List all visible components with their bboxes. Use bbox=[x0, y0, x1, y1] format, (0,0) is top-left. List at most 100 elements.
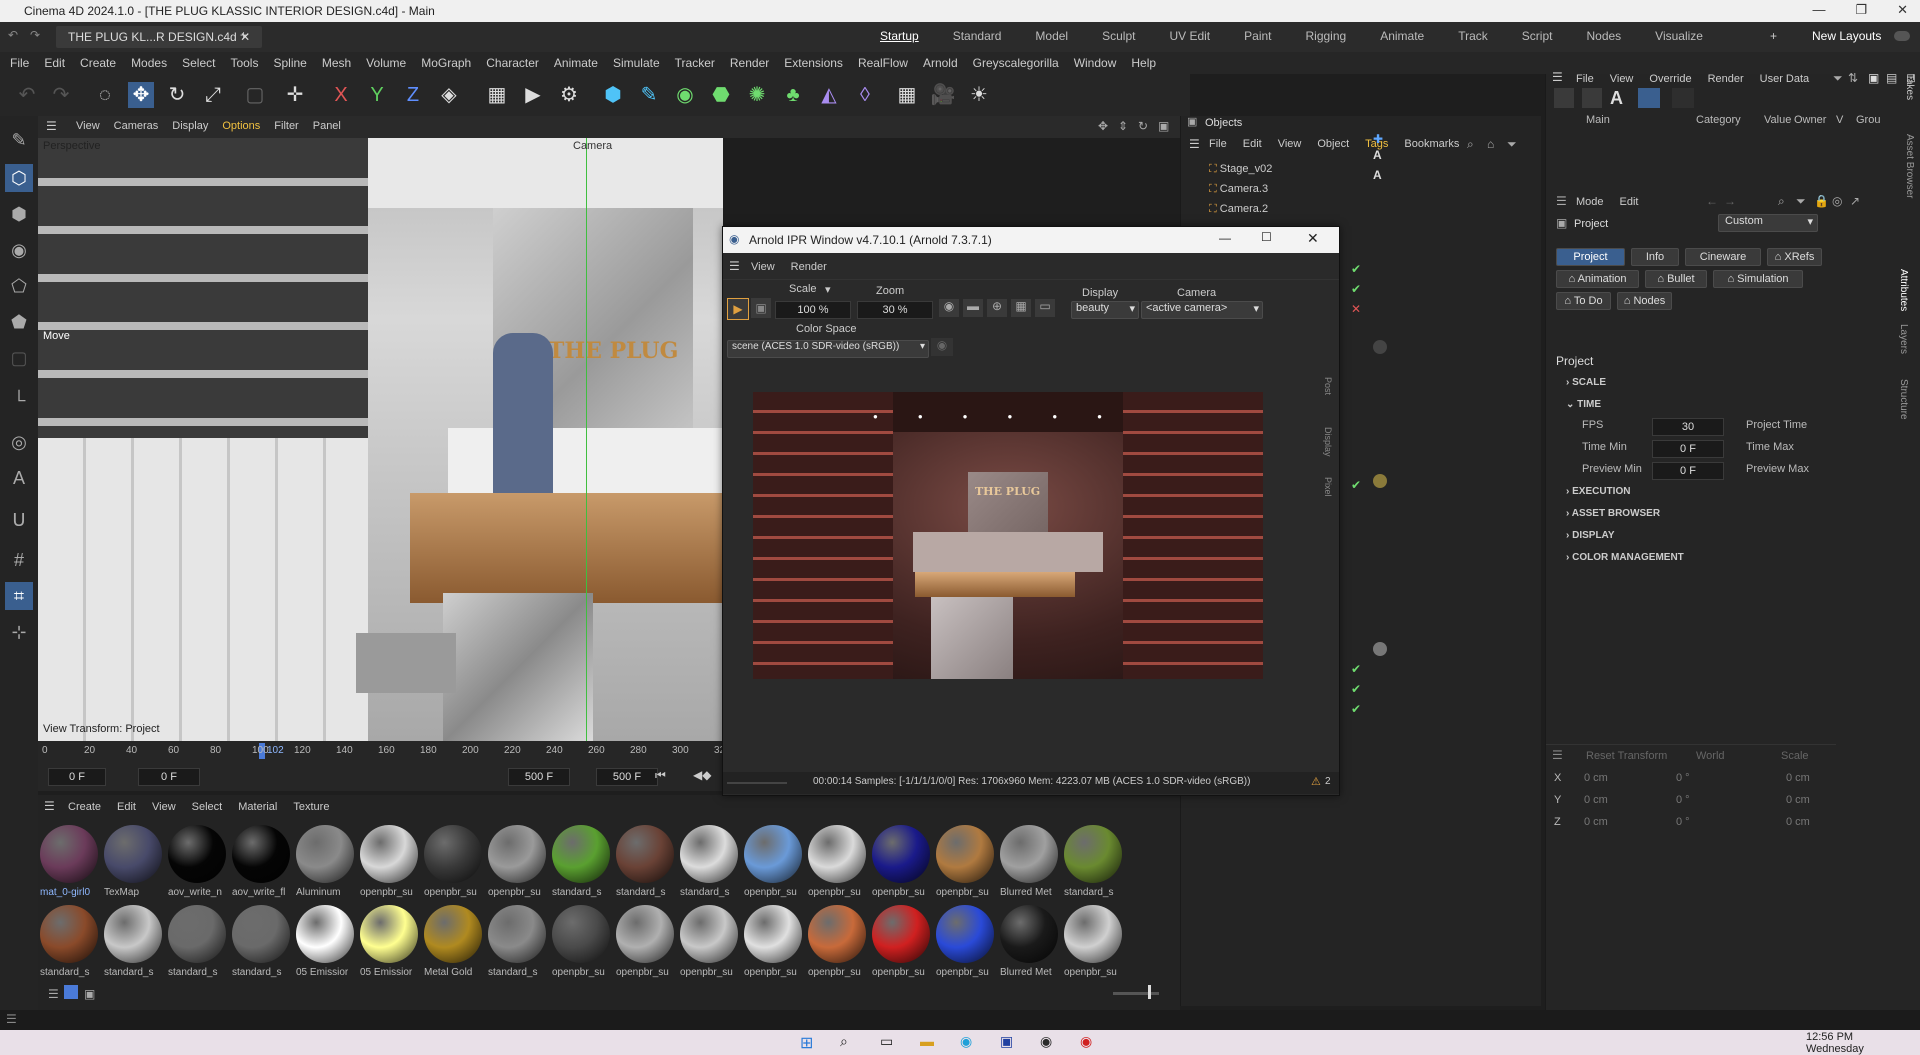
home-icon[interactable]: ⌂ bbox=[1487, 137, 1494, 151]
scale-field[interactable]: 0 cm bbox=[1786, 816, 1810, 828]
material-swatch[interactable] bbox=[616, 905, 674, 963]
grid-icon[interactable]: # bbox=[5, 546, 33, 574]
prev-key-icon[interactable]: ◀◆ bbox=[693, 768, 711, 782]
ipr-snapshot-button[interactable]: ▣ bbox=[751, 298, 771, 318]
attr-tab-project[interactable]: Project bbox=[1556, 248, 1625, 266]
minimize-icon[interactable]: — bbox=[1812, 2, 1825, 18]
camera-dropdown[interactable]: <active camera> ▾ bbox=[1141, 301, 1263, 319]
transform-tool-icon[interactable]: ▢ bbox=[242, 82, 268, 108]
layer-column-category[interactable]: Category bbox=[1696, 114, 1741, 126]
zoom-viewport-icon[interactable]: ⇕ bbox=[1118, 119, 1128, 133]
sort-icon[interactable]: ⇅ bbox=[1848, 71, 1858, 85]
check-icon[interactable]: ✔ bbox=[1351, 702, 1361, 716]
render-settings-icon[interactable]: ⚙ bbox=[556, 82, 582, 108]
layout-tab-uv-edit[interactable]: UV Edit bbox=[1169, 29, 1210, 43]
menu-edit[interactable]: Edit bbox=[44, 56, 65, 70]
material-swatch[interactable] bbox=[680, 825, 738, 883]
position-field[interactable]: 0 cm bbox=[1584, 794, 1608, 806]
objects-menu-icon[interactable]: ☰ bbox=[1189, 137, 1200, 151]
paint-tool-icon[interactable]: ✎ bbox=[5, 126, 33, 154]
layer-column-grou[interactable]: Grou bbox=[1856, 114, 1880, 126]
material-swatch[interactable] bbox=[424, 905, 482, 963]
material-swatch[interactable] bbox=[488, 825, 546, 883]
menu-window[interactable]: Window bbox=[1074, 56, 1117, 70]
check-icon[interactable]: ✔ bbox=[1351, 478, 1361, 492]
preview-end-field[interactable]: 500 F bbox=[596, 768, 658, 786]
floor-icon[interactable]: ▦ bbox=[894, 82, 920, 108]
section-color-management[interactable]: › COLOR MANAGEMENT bbox=[1566, 552, 1684, 563]
attr-tab-cineware[interactable]: Cineware bbox=[1685, 248, 1761, 266]
menu-create[interactable]: Create bbox=[80, 56, 116, 70]
side-tab-takes[interactable]: Takes bbox=[1904, 74, 1915, 100]
scale-dropdown-icon[interactable]: ▾ bbox=[825, 283, 831, 296]
menu-select[interactable]: Select bbox=[182, 56, 215, 70]
material-menu-edit[interactable]: Edit bbox=[117, 801, 136, 813]
layout-tab-nodes[interactable]: Nodes bbox=[1586, 29, 1621, 43]
ipr-side-tab-post[interactable]: Post bbox=[1323, 377, 1333, 395]
z-axis-lock-icon[interactable]: Z bbox=[400, 82, 426, 108]
camera-snapshot-icon[interactable]: ◉ bbox=[939, 299, 959, 317]
ipr-menu-render[interactable]: Render bbox=[791, 261, 827, 273]
light-icon[interactable]: ☀ bbox=[966, 82, 992, 108]
ipr-side-tab-display[interactable]: Display bbox=[1323, 427, 1333, 457]
attr-tab-xrefs[interactable]: ⌂ XRefs bbox=[1767, 248, 1822, 266]
scale-field[interactable]: 0 cm bbox=[1786, 772, 1810, 784]
coords-header-scale[interactable]: Scale bbox=[1781, 750, 1809, 762]
render-view-icon[interactable]: ▶ bbox=[520, 82, 546, 108]
layout-toggle[interactable] bbox=[1894, 31, 1910, 41]
3d-viewport[interactable]: THE PLUG Perspective Camera Move View Tr… bbox=[38, 138, 723, 741]
layer-column-main[interactable]: Main bbox=[1586, 114, 1610, 126]
large-view-icon[interactable]: ▣ bbox=[84, 987, 95, 1001]
viewport-menu-view[interactable]: View bbox=[76, 120, 100, 132]
coords-header-world[interactable]: World bbox=[1696, 750, 1725, 762]
filter-icon[interactable]: ⏷ bbox=[1507, 137, 1517, 152]
slider-handle[interactable] bbox=[1148, 985, 1151, 999]
target-icon[interactable]: ◎ bbox=[1832, 194, 1842, 208]
menu-mesh[interactable]: Mesh bbox=[322, 56, 351, 70]
side-tab-attributes[interactable]: Attributes bbox=[1898, 269, 1909, 311]
mode-menu-mode[interactable]: Mode bbox=[1576, 196, 1604, 208]
menu-tracker[interactable]: Tracker bbox=[675, 56, 715, 70]
ipr-side-tab-pixel[interactable]: Pixel bbox=[1323, 477, 1333, 497]
material-swatch[interactable] bbox=[936, 905, 994, 963]
add-layer-button[interactable] bbox=[1554, 88, 1574, 108]
viewport-menu-display[interactable]: Display bbox=[172, 120, 208, 132]
object-row-camera-3[interactable]: ⛶ Camera.3 bbox=[1209, 180, 1268, 198]
pan-icon[interactable]: ✥ bbox=[1098, 119, 1108, 133]
magnet-icon[interactable]: Ս bbox=[5, 506, 33, 534]
rotation-field[interactable]: 0 ° bbox=[1676, 772, 1690, 784]
viewport-menu-cameras[interactable]: Cameras bbox=[114, 120, 159, 132]
search-icon[interactable]: ⌕ bbox=[840, 1033, 848, 1050]
material-tag-icon[interactable] bbox=[1373, 642, 1387, 656]
window-icon[interactable]: ▣ bbox=[1868, 71, 1879, 85]
menu-spline[interactable]: Spline bbox=[273, 56, 306, 70]
material-swatch[interactable] bbox=[872, 825, 930, 883]
menu-greyscalegorilla[interactable]: Greyscalegorilla bbox=[973, 56, 1059, 70]
material-swatch[interactable] bbox=[168, 905, 226, 963]
coords-menu-icon[interactable]: ☰ bbox=[1552, 748, 1563, 762]
mograph-icon[interactable]: ♣ bbox=[780, 82, 806, 108]
lock-button[interactable] bbox=[1638, 88, 1660, 108]
maximize-icon[interactable]: ☐ bbox=[1261, 230, 1272, 244]
check-icon[interactable]: ✔ bbox=[1351, 262, 1361, 276]
ipr-play-button[interactable]: ▶ bbox=[727, 298, 749, 320]
ipr-menu-view[interactable]: View bbox=[751, 261, 775, 273]
section-scale[interactable]: › SCALE bbox=[1566, 377, 1606, 388]
layer-column-v[interactable]: V bbox=[1836, 114, 1843, 126]
panel-icon[interactable]: ▤ bbox=[1886, 71, 1897, 85]
cube-icon[interactable]: ⬢ bbox=[600, 82, 626, 108]
end-frame-field[interactable]: 500 F bbox=[508, 768, 570, 786]
menu-arnold[interactable]: Arnold bbox=[923, 56, 958, 70]
add-tab-icon[interactable]: + bbox=[240, 28, 247, 42]
snap-icon[interactable]: ⊹ bbox=[5, 618, 33, 646]
y-axis-lock-icon[interactable]: Y bbox=[364, 82, 390, 108]
overlay-icon[interactable]: ▭ bbox=[1035, 299, 1055, 317]
texture-mode-icon[interactable]: ⬢ bbox=[5, 200, 33, 228]
material-swatch[interactable] bbox=[40, 905, 98, 963]
go-to-start-icon[interactable]: ⏮ bbox=[655, 768, 666, 783]
material-swatch[interactable] bbox=[360, 905, 418, 963]
menu-mograph[interactable]: MoGraph bbox=[421, 56, 471, 70]
attr-menu-render[interactable]: Render bbox=[1708, 73, 1744, 85]
start-frame-field[interactable]: 0 F bbox=[48, 768, 106, 786]
viewport-menu-filter[interactable]: Filter bbox=[274, 120, 298, 132]
